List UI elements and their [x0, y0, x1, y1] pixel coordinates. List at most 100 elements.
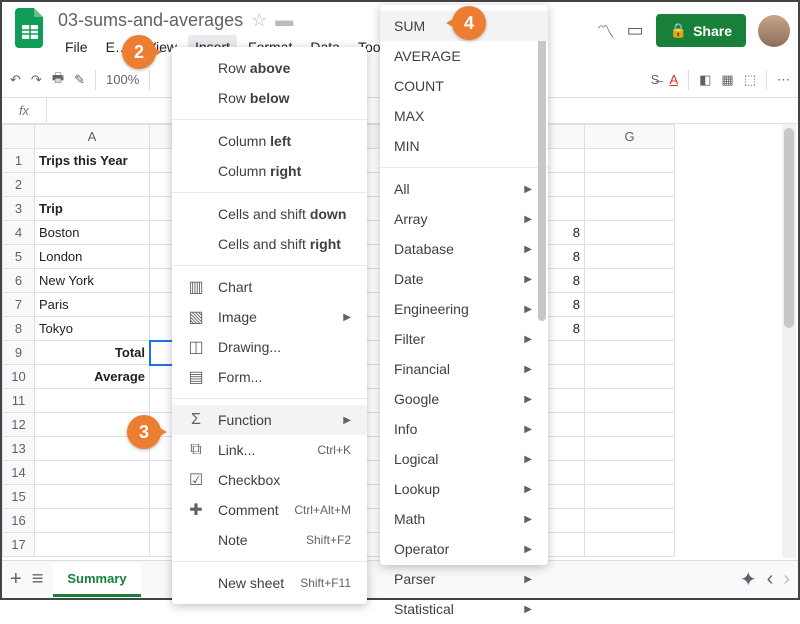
cell[interactable]: [585, 437, 675, 461]
cell[interactable]: Total: [35, 341, 150, 365]
menu-item-new-sheet[interactable]: New sheetShift+F11: [172, 568, 367, 598]
strike-icon[interactable]: S̶: [651, 72, 660, 87]
row-header[interactable]: 3: [3, 197, 35, 221]
fn-average[interactable]: AVERAGE: [380, 41, 548, 71]
comments-icon[interactable]: ▭: [627, 20, 644, 41]
fill-color-icon[interactable]: ◧: [699, 72, 711, 88]
fn-category-google[interactable]: Google▶: [380, 384, 548, 414]
fn-category-filter[interactable]: Filter▶: [380, 324, 548, 354]
menu-item-row-above[interactable]: Row above: [172, 53, 367, 83]
cell[interactable]: [585, 269, 675, 293]
folder-icon[interactable]: ▬: [275, 10, 293, 31]
fn-category-array[interactable]: Array▶: [380, 204, 548, 234]
cell[interactable]: [35, 533, 150, 557]
fn-category-operator[interactable]: Operator▶: [380, 534, 548, 564]
row-header[interactable]: 11: [3, 389, 35, 413]
menu-item-comment[interactable]: ✚CommentCtrl+Alt+M: [172, 495, 367, 525]
cell[interactable]: Trips this Year: [35, 149, 150, 173]
cell[interactable]: [585, 293, 675, 317]
row-header[interactable]: 2: [3, 173, 35, 197]
cell[interactable]: New York: [35, 269, 150, 293]
cell[interactable]: Trip: [35, 197, 150, 221]
menu-item-note[interactable]: NoteShift+F2: [172, 525, 367, 555]
menu-item-cells-and-shift-right[interactable]: Cells and shift right: [172, 229, 367, 259]
scroll-left-icon[interactable]: ‹: [767, 568, 774, 591]
menu-item-checkbox[interactable]: ☑Checkbox: [172, 465, 367, 495]
row-header[interactable]: 7: [3, 293, 35, 317]
cell[interactable]: [585, 221, 675, 245]
cell[interactable]: [585, 317, 675, 341]
cell[interactable]: [585, 533, 675, 557]
menu-item-row-below[interactable]: Row below: [172, 83, 367, 113]
fn-category-math[interactable]: Math▶: [380, 504, 548, 534]
cell[interactable]: [585, 197, 675, 221]
cell[interactable]: [585, 365, 675, 389]
row-header[interactable]: 14: [3, 461, 35, 485]
cell[interactable]: [585, 389, 675, 413]
row-header[interactable]: 9: [3, 341, 35, 365]
menu-item-cells-and-shift-down[interactable]: Cells and shift down: [172, 199, 367, 229]
menu-item-column-right[interactable]: Column right: [172, 156, 367, 186]
cell[interactable]: [585, 245, 675, 269]
fn-category-lookup[interactable]: Lookup▶: [380, 474, 548, 504]
cell[interactable]: [35, 485, 150, 509]
fn-category-info[interactable]: Info▶: [380, 414, 548, 444]
merge-icon[interactable]: ⬚: [744, 72, 756, 88]
cell[interactable]: [585, 509, 675, 533]
fn-category-parser[interactable]: Parser▶: [380, 564, 548, 594]
row-header[interactable]: 17: [3, 533, 35, 557]
borders-icon[interactable]: ▦: [721, 72, 733, 88]
cell[interactable]: Tokyo: [35, 317, 150, 341]
text-color-icon[interactable]: A: [669, 72, 678, 87]
row-header[interactable]: 12: [3, 413, 35, 437]
cell[interactable]: Boston: [35, 221, 150, 245]
fn-category-all[interactable]: All▶: [380, 174, 548, 204]
row-header[interactable]: 15: [3, 485, 35, 509]
cell[interactable]: Average: [35, 365, 150, 389]
col-header[interactable]: G: [585, 125, 675, 149]
cell[interactable]: [585, 341, 675, 365]
fn-category-logical[interactable]: Logical▶: [380, 444, 548, 474]
fn-category-date[interactable]: Date▶: [380, 264, 548, 294]
cell[interactable]: Paris: [35, 293, 150, 317]
row-header[interactable]: 4: [3, 221, 35, 245]
row-header[interactable]: 16: [3, 509, 35, 533]
zoom-select[interactable]: 100%: [106, 72, 139, 87]
vertical-scrollbar[interactable]: [782, 124, 796, 558]
fn-category-engineering[interactable]: Engineering▶: [380, 294, 548, 324]
menu-item-chart[interactable]: ▥Chart: [172, 272, 367, 302]
all-sheets-button[interactable]: ≡: [32, 568, 44, 591]
menu-item-drawing-[interactable]: ◫Drawing...: [172, 332, 367, 362]
col-header[interactable]: A: [35, 125, 150, 149]
add-sheet-button[interactable]: +: [10, 568, 22, 591]
star-icon[interactable]: ☆: [251, 10, 267, 31]
fn-category-database[interactable]: Database▶: [380, 234, 548, 264]
cell[interactable]: [585, 485, 675, 509]
row-header[interactable]: 13: [3, 437, 35, 461]
undo-icon[interactable]: ↶: [10, 72, 21, 88]
cell[interactable]: [585, 149, 675, 173]
row-header[interactable]: 5: [3, 245, 35, 269]
fn-min[interactable]: MIN: [380, 131, 548, 161]
fn-category-financial[interactable]: Financial▶: [380, 354, 548, 384]
row-header[interactable]: 1: [3, 149, 35, 173]
cell[interactable]: [35, 461, 150, 485]
menu-file[interactable]: File: [58, 35, 95, 59]
menu-item-form-[interactable]: ▤Form...: [172, 362, 367, 392]
print-icon[interactable]: 🖶: [52, 69, 64, 91]
avatar[interactable]: [758, 15, 790, 47]
menu-item-link-[interactable]: ⧉Link...Ctrl+K: [172, 435, 367, 465]
paint-icon[interactable]: ✎: [74, 72, 85, 88]
fn-count[interactable]: COUNT: [380, 71, 548, 101]
fn-category-statistical[interactable]: Statistical▶: [380, 594, 548, 624]
cell[interactable]: [585, 413, 675, 437]
explore-button[interactable]: ✦: [740, 567, 757, 592]
more-icon[interactable]: ⋯: [777, 72, 790, 88]
row-header[interactable]: 10: [3, 365, 35, 389]
row-header[interactable]: 8: [3, 317, 35, 341]
tab-summary[interactable]: Summary: [53, 563, 140, 597]
redo-icon[interactable]: ↷: [31, 72, 42, 88]
menu-item-image[interactable]: ▧Image▶: [172, 302, 367, 332]
scroll-right-icon[interactable]: ›: [783, 568, 790, 591]
sheets-logo[interactable]: [10, 8, 50, 48]
